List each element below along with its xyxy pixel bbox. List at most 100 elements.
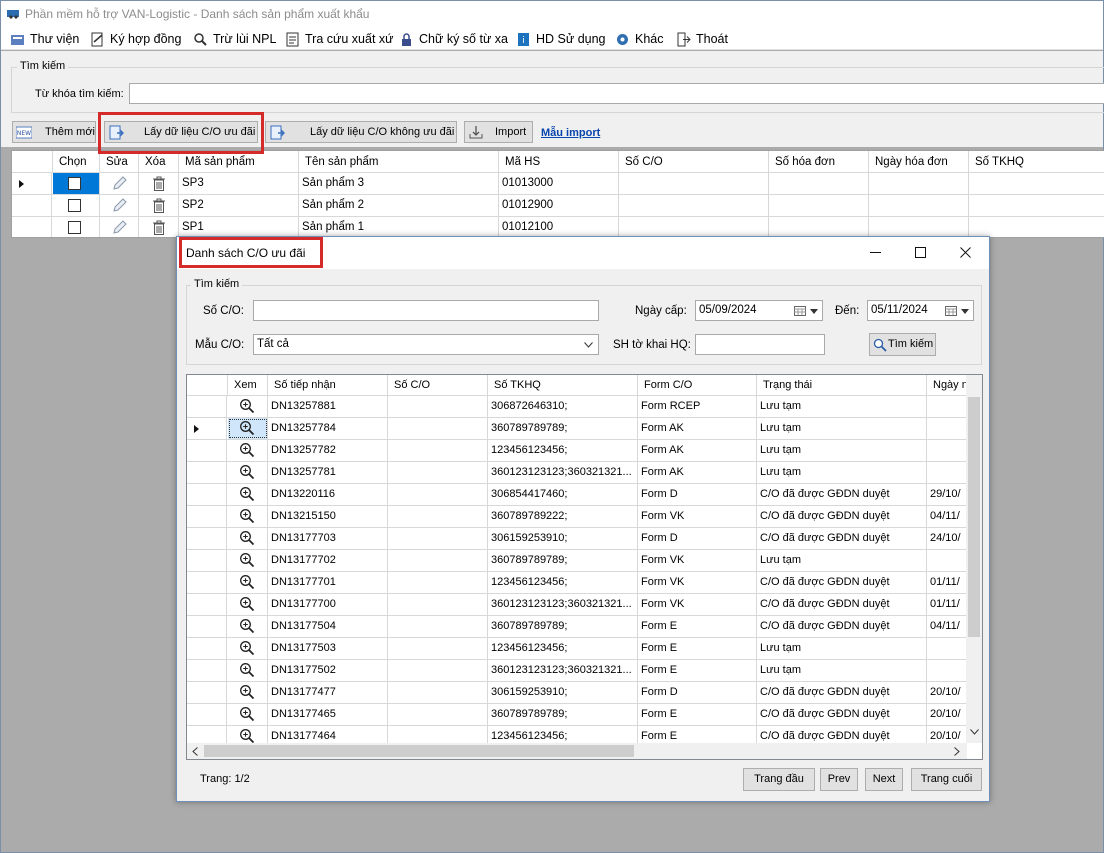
date-cell[interactable]: [927, 418, 967, 439]
table-row[interactable]: DN13257782 123456123456; Form AK Lưu tạm: [187, 440, 967, 462]
scroll-down-icon[interactable]: [970, 729, 979, 735]
get-preferential-co-button[interactable]: Lấy dữ liệu C/O ưu đãi: [104, 121, 258, 143]
tkhq-cell[interactable]: [969, 217, 1104, 237]
invoice-number-cell[interactable]: [769, 217, 869, 237]
menu-other[interactable]: Khác: [615, 29, 664, 49]
form-cell[interactable]: Form E: [638, 616, 757, 637]
table-row[interactable]: SP2 Sản phẩm 2 01012900: [12, 195, 1104, 217]
view-cell[interactable]: [228, 440, 268, 461]
tkhq-cell[interactable]: 306159253910;: [488, 528, 638, 549]
receipt-number-cell[interactable]: DN13257781: [268, 462, 388, 483]
co-number-cell[interactable]: [388, 682, 488, 703]
minimize-button[interactable]: [853, 241, 897, 265]
date-cell[interactable]: 01/11/: [927, 572, 967, 593]
table-row[interactable]: SP1 Sản phẩm 1 01012100: [12, 217, 1104, 237]
zoom-view-icon[interactable]: [239, 420, 255, 436]
view-cell[interactable]: [228, 638, 268, 659]
column-header-invoice-date[interactable]: Ngày hóa đơn: [869, 151, 969, 173]
date-cell[interactable]: 29/10/: [927, 484, 967, 505]
table-row[interactable]: DN13177700 360123123123;360321321... Form …: [187, 594, 967, 616]
zoom-view-icon[interactable]: [239, 398, 255, 414]
scroll-right-icon[interactable]: [954, 747, 960, 756]
receipt-number-cell[interactable]: DN13177703: [268, 528, 388, 549]
date-cell[interactable]: [927, 440, 967, 461]
column-header-status[interactable]: Trạng thái: [757, 375, 927, 396]
declaration-input[interactable]: [695, 334, 825, 355]
receipt-number-cell[interactable]: DN13257881: [268, 396, 388, 417]
receipt-number-cell[interactable]: DN13177700: [268, 594, 388, 615]
co-number-cell[interactable]: [388, 484, 488, 505]
hs-code-cell[interactable]: 01012900: [499, 195, 619, 216]
row-header[interactable]: [187, 616, 227, 637]
select-cell[interactable]: [53, 173, 100, 194]
tkhq-cell[interactable]: 360123123123;360321321...: [488, 594, 638, 615]
date-cell[interactable]: 01/11/: [927, 594, 967, 615]
first-page-button[interactable]: Trang đầu: [743, 768, 815, 791]
view-cell[interactable]: [228, 528, 268, 549]
column-header-invoice-number[interactable]: Số hóa đơn: [769, 151, 869, 173]
tkhq-cell[interactable]: 360789789789;: [488, 704, 638, 725]
trash-icon[interactable]: [151, 219, 167, 236]
receipt-number-cell[interactable]: DN13177477: [268, 682, 388, 703]
receipt-number-cell[interactable]: DN13177503: [268, 638, 388, 659]
invoice-date-cell[interactable]: [869, 173, 969, 194]
vertical-scroll-thumb[interactable]: [968, 397, 980, 637]
delete-cell[interactable]: [139, 173, 179, 194]
zoom-view-icon[interactable]: [239, 662, 255, 678]
view-cell[interactable]: [228, 550, 268, 571]
row-header[interactable]: [187, 506, 227, 527]
zoom-view-icon[interactable]: [239, 552, 255, 568]
form-cell[interactable]: Form VK: [638, 594, 757, 615]
pencil-icon[interactable]: [111, 219, 128, 236]
form-cell[interactable]: Form AK: [638, 440, 757, 461]
column-header-product-code[interactable]: Mã sản phẩm: [179, 151, 299, 173]
form-cell[interactable]: Form D: [638, 484, 757, 505]
column-header-date[interactable]: Ngày n: [927, 375, 967, 396]
status-cell[interactable]: Lưu tạm: [757, 396, 927, 417]
form-cell[interactable]: Form D: [638, 682, 757, 703]
date-cell[interactable]: 20/10/: [927, 704, 967, 725]
keyword-input[interactable]: [129, 83, 1104, 104]
view-cell[interactable]: [228, 506, 268, 527]
form-cell[interactable]: Form E: [638, 704, 757, 725]
date-cell[interactable]: [927, 638, 967, 659]
zoom-view-icon[interactable]: [239, 706, 255, 722]
co-number-cell[interactable]: [619, 173, 769, 194]
column-header-edit[interactable]: Sửa: [100, 151, 139, 173]
date-cell[interactable]: 24/10/: [927, 528, 967, 549]
view-cell[interactable]: [228, 594, 268, 615]
zoom-view-icon[interactable]: [239, 508, 255, 524]
menu-lookup-origin[interactable]: Tra cứu xuất xứ: [285, 29, 394, 49]
scroll-left-icon[interactable]: [192, 747, 198, 756]
edit-cell[interactable]: [100, 217, 139, 237]
receipt-number-cell[interactable]: DN13177465: [268, 704, 388, 725]
date-cell[interactable]: [927, 660, 967, 681]
row-header[interactable]: [187, 484, 227, 505]
table-row[interactable]: DN13215150 360789789222; Form VK C/O đã đượ…: [187, 506, 967, 528]
form-cell[interactable]: Form AK: [638, 462, 757, 483]
pencil-icon[interactable]: [111, 175, 128, 192]
product-code-cell[interactable]: SP3: [179, 173, 299, 194]
co-number-cell[interactable]: [388, 528, 488, 549]
search-button[interactable]: Tìm kiếm: [869, 333, 936, 356]
form-cell[interactable]: Form VK: [638, 550, 757, 571]
vertical-scrollbar[interactable]: [966, 375, 982, 743]
co-number-cell[interactable]: [388, 418, 488, 439]
table-row[interactable]: DN13220116 306854417460; Form D C/O đã được…: [187, 484, 967, 506]
table-row[interactable]: DN13257881 306872646310; Form RCEP Lưu tạm: [187, 396, 967, 418]
column-header-co-number[interactable]: Số C/O: [619, 151, 769, 173]
status-cell[interactable]: Lưu tạm: [757, 550, 927, 571]
form-cell[interactable]: Form E: [638, 660, 757, 681]
table-row[interactable]: DN13257781 360123123123;360321321... Form …: [187, 462, 967, 484]
view-cell[interactable]: [228, 616, 268, 637]
co-number-input[interactable]: [253, 300, 599, 321]
hs-code-cell[interactable]: 01012100: [499, 217, 619, 237]
edit-cell[interactable]: [100, 195, 139, 216]
form-cell[interactable]: Form AK: [638, 418, 757, 439]
co-number-cell[interactable]: [619, 195, 769, 216]
prev-page-button[interactable]: Prev: [820, 768, 858, 791]
import-button[interactable]: Import: [464, 121, 533, 143]
product-name-cell[interactable]: Sản phẩm 1: [299, 217, 499, 237]
tkhq-cell[interactable]: 360789789789;: [488, 418, 638, 439]
receipt-number-cell[interactable]: DN13177502: [268, 660, 388, 681]
